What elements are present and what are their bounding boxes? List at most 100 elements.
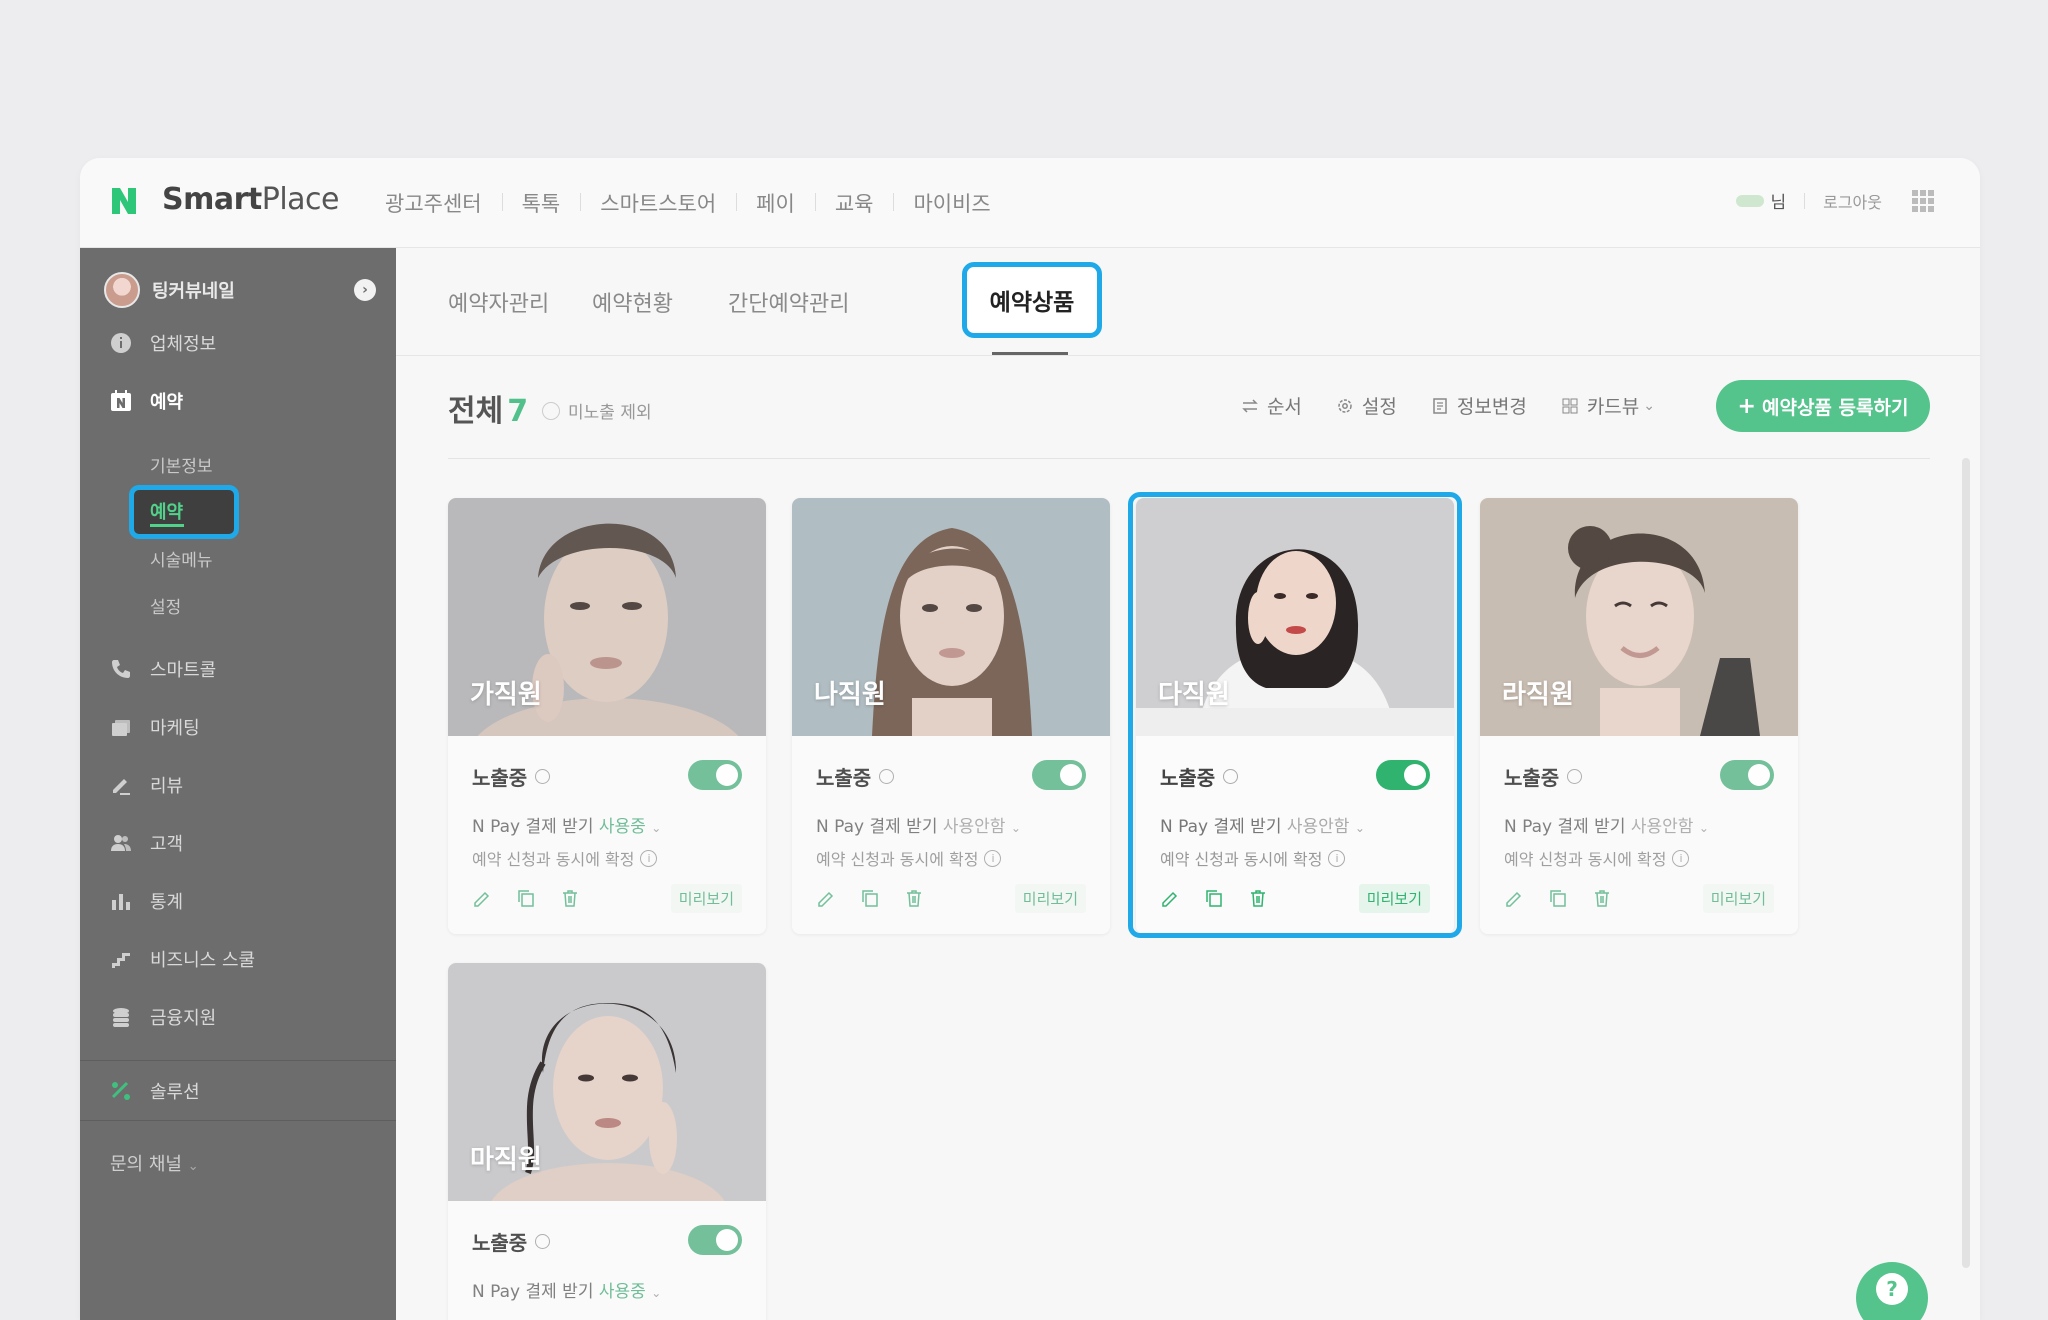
chevron-right-icon[interactable]: › — [354, 279, 376, 301]
divider — [80, 1060, 396, 1061]
info-icon[interactable]: i — [640, 849, 658, 867]
info-icon — [110, 332, 132, 354]
trash-icon[interactable] — [904, 888, 924, 908]
chevron-down-icon: ⌄ — [651, 1286, 662, 1300]
sidebar-item-reservation[interactable]: 예약 — [110, 386, 183, 416]
npay-setting[interactable]: N Pay 결제 받기 사용중 ⌄ — [472, 1277, 661, 1302]
info-change-button[interactable]: 정보변경 — [1431, 392, 1527, 419]
topnav-pay[interactable]: 페이 — [736, 188, 815, 218]
edit-icon[interactable] — [1504, 888, 1524, 908]
checkbox-icon — [542, 401, 560, 420]
status-label: 노출중 — [816, 762, 895, 791]
npay-setting[interactable]: N Pay 결제 받기 사용안함 ⌄ — [816, 812, 1021, 837]
sidebar-item-solution[interactable]: 솔루션 — [110, 1076, 200, 1106]
info-icon[interactable]: i — [1672, 849, 1690, 867]
edit-icon[interactable] — [472, 888, 492, 908]
sub-item-settings[interactable]: 설정 — [150, 593, 181, 618]
tab-reservation-status[interactable]: 예약현황 — [592, 286, 673, 318]
card-actions — [816, 888, 948, 908]
product-card[interactable]: 라직원 노출중 N Pay 결제 받기 사용안함 ⌄ 예약 신청과 동시에 확정… — [1480, 498, 1798, 934]
tab-reservation-manage[interactable]: 예약자관리 — [448, 286, 549, 318]
preview-button[interactable]: 미리보기 — [670, 884, 742, 913]
users-icon — [110, 832, 132, 854]
sidebar-item-marketing[interactable]: 마케팅 — [110, 712, 200, 742]
tab-simple-reservation[interactable]: 간단예약관리 — [728, 286, 849, 318]
question-icon: ? — [1876, 1273, 1908, 1305]
profile[interactable]: 팅커뷰네일 › — [104, 270, 376, 310]
topnav-smartstore[interactable]: 스마트스토어 — [580, 188, 736, 218]
topnav-talktalk[interactable]: 톡톡 — [501, 188, 581, 218]
user-name-blurred — [1736, 194, 1765, 207]
tab-reservation-product[interactable]: 예약상품 — [962, 262, 1102, 338]
avatar — [104, 272, 140, 308]
settings-button[interactable]: 설정 — [1336, 392, 1397, 419]
stairs-icon — [110, 948, 132, 970]
sidebar-item-smartcall[interactable]: 스마트콜 — [110, 654, 216, 684]
grid-icon — [1562, 398, 1578, 413]
sidebar-item-finance[interactable]: 금융지원 — [110, 1002, 216, 1032]
product-card[interactable]: 가직원 노출중 N Pay 결제 받기 사용중 ⌄ 예약 신청과 동시에 확정 i… — [448, 498, 766, 934]
sub-item-reservation[interactable]: 예약 — [129, 485, 239, 539]
instant-confirm-label: 예약 신청과 동시에 확정 i — [1504, 846, 1690, 870]
preview-button[interactable]: 미리보기 — [1702, 884, 1774, 913]
staff-name: 마직원 — [470, 1145, 542, 1175]
inquiry-channel-dropdown[interactable]: 문의 채널 ⌄ — [110, 1150, 199, 1176]
preview-button[interactable]: 미리보기 — [1014, 884, 1086, 913]
scrollbar[interactable] — [1962, 458, 1970, 1268]
edit-icon[interactable] — [816, 888, 836, 908]
topnav-ad-center[interactable]: 광고주센터 — [365, 188, 502, 218]
copy-icon[interactable] — [516, 888, 536, 908]
instant-confirm-label: 예약 신청과 동시에 확정 i — [816, 846, 1002, 870]
staff-name: 라직원 — [1502, 680, 1574, 710]
top-bar: SmartPlace 광고주센터 톡톡 스마트스토어 페이 교육 마이비즈 님 … — [80, 158, 1980, 248]
exclude-hidden-checkbox[interactable]: 미노출 제외 — [542, 398, 652, 423]
staff-name: 가직원 — [470, 680, 542, 710]
apps-grid-icon[interactable] — [1912, 189, 1934, 212]
visibility-toggle[interactable] — [688, 1225, 742, 1255]
pencil-icon — [110, 774, 132, 796]
active-tab-underline — [992, 352, 1068, 355]
trash-icon[interactable] — [1592, 888, 1612, 908]
visibility-toggle[interactable] — [1720, 760, 1774, 790]
chevron-down-icon: ⌄ — [1010, 821, 1021, 835]
active-underline — [150, 524, 184, 527]
gear-icon — [1338, 398, 1352, 413]
visibility-toggle[interactable] — [1032, 760, 1086, 790]
card-view-dropdown[interactable]: 카드뷰 ⌄ — [1561, 392, 1655, 419]
order-button[interactable]: 순서 — [1241, 392, 1302, 419]
instant-confirm-label: 예약 신청과 동시에 확정 i — [472, 846, 658, 870]
sidebar-item-stats[interactable]: 통계 — [110, 886, 183, 916]
visibility-toggle[interactable] — [688, 760, 742, 790]
npay-setting[interactable]: N Pay 결제 받기 사용안함 ⌄ — [1504, 812, 1709, 837]
sidebar-item-review[interactable]: 리뷰 — [110, 770, 183, 800]
calendar-n-icon — [110, 390, 132, 412]
product-card[interactable]: 마직원 노출중 N Pay 결제 받기 사용중 ⌄ — [448, 963, 766, 1320]
clock-icon — [879, 769, 895, 784]
status-label: 노출중 — [1504, 762, 1583, 791]
topnav-education[interactable]: 교육 — [814, 188, 894, 218]
chevron-down-icon: ⌄ — [1643, 397, 1655, 414]
copy-icon[interactable] — [860, 888, 880, 908]
trash-icon[interactable] — [560, 888, 580, 908]
product-card[interactable]: 나직원 노출중 N Pay 결제 받기 사용안함 ⌄ 예약 신청과 동시에 확정… — [792, 498, 1110, 934]
npay-setting[interactable]: N Pay 결제 받기 사용중 ⌄ — [472, 812, 661, 837]
sidebar-item-business-school[interactable]: 비즈니스 스쿨 — [110, 944, 255, 974]
copy-icon[interactable] — [1548, 888, 1568, 908]
user-suffix: 님 — [1770, 193, 1787, 213]
info-icon[interactable]: i — [984, 849, 1002, 867]
sidebar-item-customer[interactable]: 고객 — [110, 828, 183, 858]
app-window: SmartPlace 광고주센터 톡톡 스마트스토어 페이 교육 마이비즈 님 … — [80, 158, 1980, 1320]
chevron-down-icon: ⌄ — [1698, 821, 1709, 835]
naver-logo-icon[interactable] — [110, 186, 138, 216]
register-product-button[interactable]: + 예약상품 등록하기 — [1716, 380, 1930, 432]
sub-item-treatment-menu[interactable]: 시술메뉴 — [150, 546, 213, 571]
document-icon — [1433, 397, 1447, 414]
sub-item-basic-info[interactable]: 기본정보 — [150, 452, 213, 477]
logout-link[interactable]: 로그아웃 — [1823, 189, 1882, 213]
card-actions — [1504, 888, 1636, 908]
sidebar-item-business-info[interactable]: 업체정보 — [110, 328, 216, 358]
smartplace-logo[interactable]: SmartPlace — [162, 182, 340, 217]
user-area: 님 로그아웃 — [1736, 188, 1934, 213]
clock-icon — [535, 1234, 551, 1249]
topnav-mybiz[interactable]: 마이비즈 — [893, 188, 1010, 218]
